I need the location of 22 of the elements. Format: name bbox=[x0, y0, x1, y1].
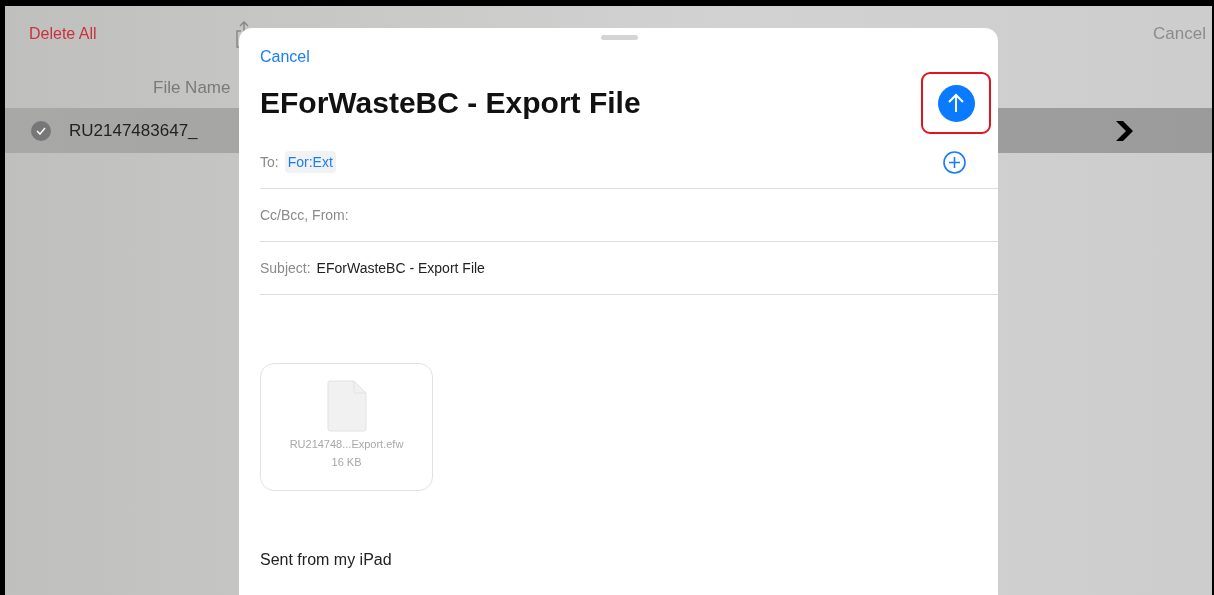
delete-all-button[interactable]: Delete All bbox=[29, 25, 97, 43]
check-icon bbox=[31, 120, 51, 141]
attachment-card[interactable]: RU214748...Export.efw 16 KB bbox=[260, 363, 433, 491]
field-label: Cc/Bcc, From: bbox=[260, 207, 349, 223]
add-icon[interactable] bbox=[943, 150, 966, 174]
signature-text: Sent from my iPad bbox=[260, 551, 393, 569]
field-value[interactable]: EForWasteBC - Export File bbox=[316, 260, 485, 276]
cancel-button[interactable]: Cancel bbox=[260, 48, 310, 66]
recipient-token[interactable]: For:Ext bbox=[284, 151, 336, 173]
attachment-size: 16 KB bbox=[331, 456, 362, 468]
file-name: RU2147483647_ bbox=[69, 120, 198, 141]
drag-handle[interactable] bbox=[601, 35, 638, 40]
chevron-icon[interactable] bbox=[1114, 119, 1134, 142]
arrow-up-icon bbox=[948, 93, 964, 113]
document-icon bbox=[326, 380, 367, 432]
field-label: Subject: bbox=[260, 260, 311, 276]
column-header: File Name bbox=[153, 78, 231, 97]
send-button[interactable] bbox=[937, 84, 975, 122]
mail-title: EForWasteBC - Export File bbox=[260, 86, 641, 120]
field-label: To: bbox=[260, 154, 279, 170]
cancel-button[interactable]: Cancel bbox=[1153, 24, 1206, 44]
attachment-name: RU214748...Export.efw bbox=[289, 438, 404, 450]
